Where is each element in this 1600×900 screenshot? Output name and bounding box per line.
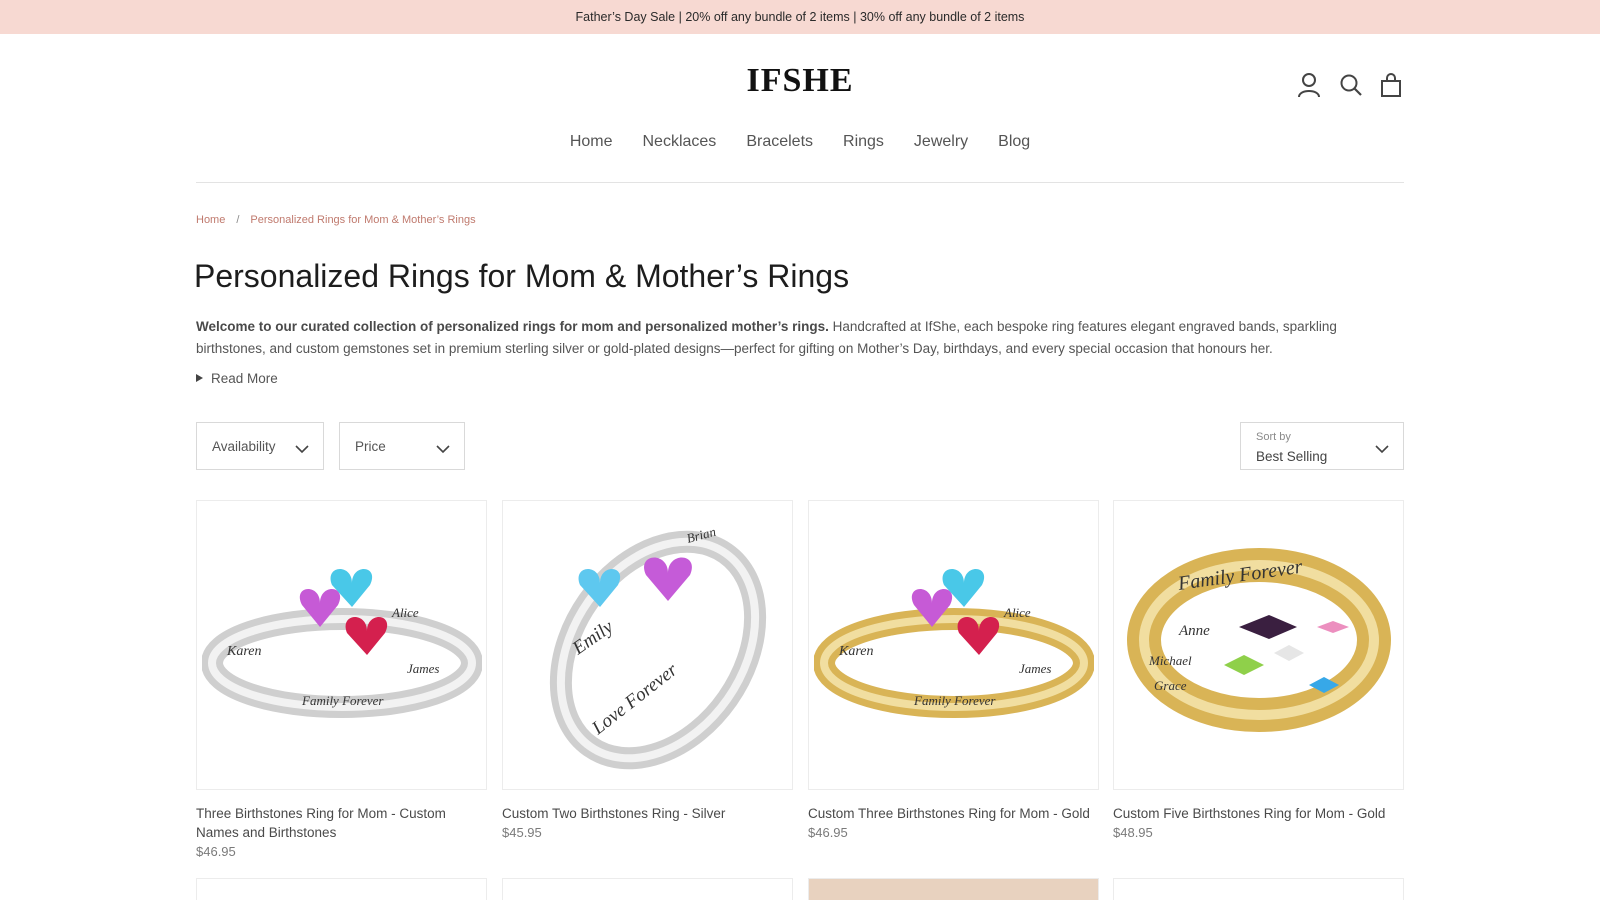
page-title: Personalized Rings for Mom & Mother’s Ri…	[194, 258, 850, 294]
product-title[interactable]: Three Birthstones Ring for Mom - Custom …	[196, 804, 487, 842]
product-card[interactable]: Family Forever Anne Michael Grace Custom…	[1113, 500, 1404, 840]
breadcrumb-home[interactable]: Home	[196, 214, 225, 226]
engraving-text: Anne	[1178, 623, 1210, 639]
sort-caption: Sort by	[1256, 431, 1291, 443]
product-title[interactable]: Custom Three Birthstones Ring for Mom - …	[808, 804, 1099, 823]
product-image[interactable]: Karen Alice James Family Forever	[808, 500, 1099, 790]
product-price: $46.95	[808, 825, 848, 840]
announcement-bar: Father’s Day Sale | 20% off any bundle o…	[0, 0, 1600, 34]
read-more-label: Read More	[211, 371, 278, 386]
engraving-text: Grace	[1154, 678, 1187, 693]
engraving-text: Karen	[226, 644, 261, 659]
engraving-text: Alice	[391, 605, 419, 620]
disclosure-triangle-icon	[196, 374, 203, 383]
nav-item-rings[interactable]: Rings	[843, 133, 884, 151]
product-card[interactable]: Karen Alice James Family Forever Custom …	[808, 500, 1099, 840]
product-image[interactable]: Family Forever Anne Michael Grace	[1113, 500, 1404, 790]
product-title[interactable]: Custom Two Birthstones Ring - Silver	[502, 804, 793, 823]
cart-icon[interactable]	[1376, 68, 1406, 102]
sort-value: Best Selling	[1256, 449, 1328, 464]
description-bold: Welcome to our curated collection of per…	[196, 319, 829, 334]
breadcrumb-separator: /	[236, 214, 240, 226]
site-logo[interactable]: IFSHE	[700, 62, 900, 100]
breadcrumb: Home / Personalized Rings for Mom & Mother…	[196, 214, 476, 226]
nav-item-home[interactable]: Home	[570, 133, 613, 151]
nav-item-blog[interactable]: Blog	[998, 133, 1030, 151]
nav-item-bracelets[interactable]: Bracelets	[746, 133, 813, 151]
product-card-partial[interactable]	[808, 878, 1099, 900]
product-title[interactable]: Custom Five Birthstones Ring for Mom - G…	[1113, 804, 1404, 823]
nav-item-jewelry[interactable]: Jewelry	[914, 133, 968, 151]
main-nav: Home Necklaces Bracelets Rings Jewelry B…	[0, 133, 1600, 151]
chevron-down-icon	[295, 441, 309, 459]
header-divider	[196, 182, 1404, 183]
engraving-text: Karen	[838, 644, 873, 659]
engraving-text: Family Forever	[913, 693, 996, 708]
chevron-down-icon	[1375, 441, 1389, 459]
account-icon[interactable]	[1294, 68, 1324, 102]
collection-description: Welcome to our curated collection of per…	[196, 316, 1406, 360]
nav-item-necklaces[interactable]: Necklaces	[643, 133, 717, 151]
availability-label: Availability	[212, 439, 276, 454]
announcement-text: Father’s Day Sale | 20% off any bundle o…	[575, 10, 1025, 24]
engraving-text: James	[1019, 661, 1052, 676]
product-card[interactable]: Karen Alice James Family Forever Three B…	[196, 500, 487, 859]
engraving-text: James	[407, 661, 440, 676]
product-price: $48.95	[1113, 825, 1153, 840]
availability-filter[interactable]: Availability	[196, 422, 324, 470]
product-image[interactable]: Emily Brian Love Forever	[502, 500, 793, 790]
breadcrumb-current: Personalized Rings for Mom & Mother’s Ri…	[250, 214, 476, 226]
engraving-text: Love Forever	[587, 659, 682, 739]
product-price: $45.95	[502, 825, 542, 840]
product-card-partial[interactable]	[1113, 878, 1404, 900]
price-label: Price	[355, 439, 386, 454]
engraving-text: Alice	[1003, 605, 1031, 620]
product-price: $46.95	[196, 844, 236, 859]
search-icon[interactable]	[1336, 68, 1366, 102]
product-card[interactable]: Emily Brian Love Forever Custom Two Birt…	[502, 500, 793, 840]
sort-select[interactable]: Sort by Best Selling	[1240, 422, 1404, 470]
read-more-toggle[interactable]: Read More	[196, 371, 278, 386]
product-card-partial[interactable]	[196, 878, 487, 900]
engraving-text: Michael	[1148, 653, 1192, 668]
engraving-text: Family Forever	[301, 693, 384, 708]
price-filter[interactable]: Price	[339, 422, 465, 470]
chevron-down-icon	[436, 441, 450, 459]
product-image[interactable]: Karen Alice James Family Forever	[196, 500, 487, 790]
product-card-partial[interactable]	[502, 878, 793, 900]
